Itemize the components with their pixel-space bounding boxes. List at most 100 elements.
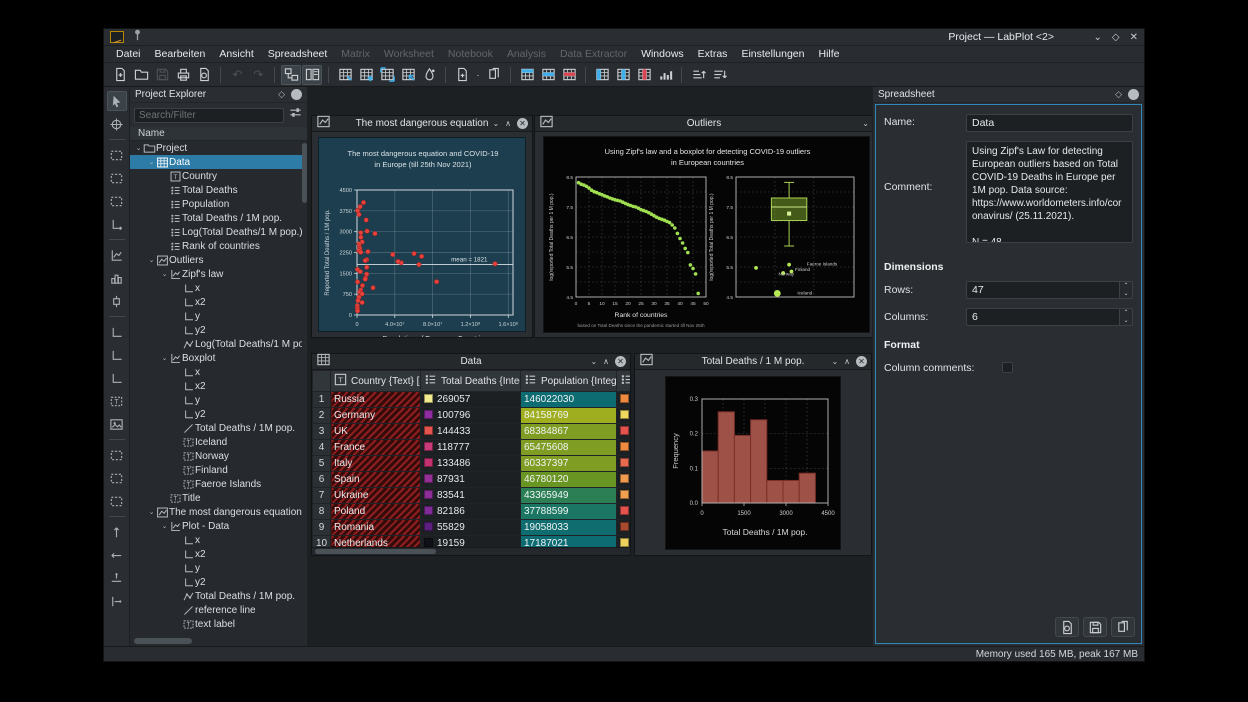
tree-item-y2[interactable]: y2 bbox=[130, 575, 302, 589]
total-deaths-cell[interactable]: 19159 bbox=[421, 536, 521, 548]
window-maximize-icon[interactable]: ∧ bbox=[844, 357, 850, 366]
select-cursor-button[interactable] bbox=[107, 91, 127, 111]
menu-windows[interactable]: Windows bbox=[635, 47, 690, 61]
zoom-out-button[interactable] bbox=[107, 468, 127, 488]
menu-bearbeiten[interactable]: Bearbeiten bbox=[149, 47, 212, 61]
toggle-properties-explorer-button[interactable] bbox=[302, 65, 322, 85]
tree-item-project[interactable]: ⌄Project bbox=[130, 141, 302, 155]
menu-spreadsheet[interactable]: Spreadsheet bbox=[262, 47, 334, 61]
extra-cell[interactable] bbox=[617, 504, 631, 520]
country-cell[interactable]: Ukraine bbox=[331, 488, 421, 504]
tree-item-x[interactable]: x bbox=[130, 533, 302, 547]
row-number[interactable]: 1 bbox=[313, 392, 331, 408]
expander-icon[interactable]: ⌄ bbox=[134, 144, 143, 152]
column-statistics-button[interactable] bbox=[655, 65, 675, 85]
total-deaths-cell[interactable]: 269057 bbox=[421, 392, 521, 408]
row-number[interactable]: 6 bbox=[313, 472, 331, 488]
window-outliers[interactable]: Outliers ⌄ Using Zipf's law and a boxplo… bbox=[534, 115, 872, 338]
country-cell[interactable]: Poland bbox=[331, 504, 421, 520]
country-cell[interactable]: Italy bbox=[331, 456, 421, 472]
shift-up-y-button[interactable] bbox=[107, 591, 127, 611]
extra-cell[interactable] bbox=[617, 424, 631, 440]
window-close-icon[interactable]: ✕ bbox=[517, 118, 528, 129]
maximize-icon[interactable]: ◇ bbox=[1112, 30, 1120, 45]
tree-item-boxplot[interactable]: ⌄Boxplot bbox=[130, 351, 302, 365]
window-close-icon[interactable]: ✕ bbox=[856, 356, 867, 367]
population-cell[interactable]: 65475608 bbox=[521, 440, 617, 456]
scale-auto-x-button[interactable] bbox=[107, 545, 127, 565]
columns-decrement-icon[interactable]: ⌄ bbox=[1120, 317, 1132, 325]
open-project-button[interactable] bbox=[131, 65, 151, 85]
column-header[interactable]: Total Deaths {Integer} [Y] bbox=[421, 371, 521, 392]
new-project-button[interactable] bbox=[110, 65, 130, 85]
tree-item-y2[interactable]: y2 bbox=[130, 407, 302, 421]
tree-item-data[interactable]: ⌄Data bbox=[130, 155, 302, 169]
insert-row-below-button[interactable] bbox=[538, 65, 558, 85]
menu-einstellungen[interactable]: Einstellungen bbox=[735, 47, 810, 61]
equation-plot[interactable]: The most dangerous equation and COVID-19… bbox=[319, 138, 527, 337]
tree-item-x[interactable]: x bbox=[130, 365, 302, 379]
columns-spinbox[interactable] bbox=[966, 308, 1119, 326]
extra-cell[interactable] bbox=[617, 536, 631, 548]
tree-item-log-total-deaths-1-m-pop-[interactable]: Log(Total Deaths/1 M pop.) bbox=[130, 337, 302, 351]
tree-item-population[interactable]: Population bbox=[130, 197, 302, 211]
insert-column-left-button[interactable] bbox=[592, 65, 612, 85]
population-cell[interactable]: 46780120 bbox=[521, 472, 617, 488]
country-cell[interactable]: Russia bbox=[331, 392, 421, 408]
menu-datei[interactable]: Datei bbox=[110, 47, 147, 61]
add-plot-curve-button[interactable] bbox=[107, 245, 127, 265]
window-minimize-icon[interactable]: ⌄ bbox=[590, 357, 597, 366]
tree-item-y[interactable]: y bbox=[130, 393, 302, 407]
window-most-dangerous-equation[interactable]: The most dangerous equation ⌄∧✕ The most… bbox=[311, 115, 533, 338]
worksheet-view[interactable]: The most dangerous equation and COVID-19… bbox=[312, 132, 532, 337]
navigate-crosshair-button[interactable] bbox=[107, 114, 127, 134]
extra-cell[interactable] bbox=[617, 456, 631, 472]
menu-ansicht[interactable]: Ansicht bbox=[213, 47, 259, 61]
print-button[interactable] bbox=[173, 65, 193, 85]
expander-icon[interactable]: ⌄ bbox=[147, 508, 156, 516]
tree-item-outliers[interactable]: ⌄Outliers bbox=[130, 253, 302, 267]
tree-item-the-most-dangerous-equation[interactable]: ⌄The most dangerous equation bbox=[130, 505, 302, 519]
filter-settings-icon[interactable] bbox=[288, 105, 303, 125]
country-cell[interactable]: France bbox=[331, 440, 421, 456]
name-field[interactable] bbox=[966, 114, 1133, 132]
population-cell[interactable]: 43365949 bbox=[521, 488, 617, 504]
tree-item-country[interactable]: TCountry bbox=[130, 169, 302, 183]
window-minimize-icon[interactable]: ⌄ bbox=[492, 119, 499, 128]
tree-item-total-deaths-1m-pop-[interactable]: Total Deaths / 1M pop. bbox=[130, 421, 302, 435]
spreadsheet-select-region-button[interactable] bbox=[377, 65, 397, 85]
tree-item-y[interactable]: y bbox=[130, 309, 302, 323]
pin-icon[interactable] bbox=[130, 27, 145, 47]
window-minimize-icon[interactable]: ⌄ bbox=[862, 119, 869, 128]
save-project-button[interactable] bbox=[152, 65, 172, 85]
float-dock-icon[interactable]: ◇ bbox=[278, 89, 285, 100]
redo-button[interactable]: ↷ bbox=[248, 65, 268, 85]
row-number[interactable]: 9 bbox=[313, 520, 331, 536]
add-axis-2-button[interactable] bbox=[107, 345, 127, 365]
extra-cell[interactable] bbox=[617, 408, 631, 424]
column-comments-checkbox[interactable] bbox=[1002, 362, 1013, 373]
histogram-plot[interactable]: 0.00.10.20.30150030004500FrequencyTotal … bbox=[666, 377, 842, 551]
total-deaths-cell[interactable]: 82186 bbox=[421, 504, 521, 520]
zoom-x-select-button[interactable] bbox=[107, 168, 127, 188]
column-header[interactable] bbox=[617, 371, 631, 392]
country-cell[interactable]: Netherlands bbox=[331, 536, 421, 548]
tree-item-x2[interactable]: x2 bbox=[130, 547, 302, 561]
tree-item-x2[interactable]: x2 bbox=[130, 379, 302, 393]
row-number[interactable]: 5 bbox=[313, 456, 331, 472]
total-deaths-cell[interactable]: 55829 bbox=[421, 520, 521, 536]
tree-item-total-deaths[interactable]: Total Deaths bbox=[130, 183, 302, 197]
zoom-y-select-button[interactable] bbox=[107, 191, 127, 211]
add-boxplot-button[interactable] bbox=[107, 291, 127, 311]
row-number[interactable]: 2 bbox=[313, 408, 331, 424]
window-minimize-icon[interactable]: ⌄ bbox=[831, 357, 838, 366]
duplicate-button[interactable] bbox=[484, 65, 504, 85]
save-button[interactable] bbox=[1083, 617, 1107, 637]
tree-item-x2[interactable]: x2 bbox=[130, 295, 302, 309]
window-maximize-icon[interactable]: ∧ bbox=[505, 119, 511, 128]
menu-extras[interactable]: Extras bbox=[692, 47, 734, 61]
search-input[interactable] bbox=[134, 108, 284, 123]
zoom-in-button[interactable] bbox=[107, 445, 127, 465]
tree-item-x[interactable]: x bbox=[130, 281, 302, 295]
spreadsheet-view[interactable]: TCountry {Text} [X]Total Deaths {Integer… bbox=[312, 370, 630, 547]
